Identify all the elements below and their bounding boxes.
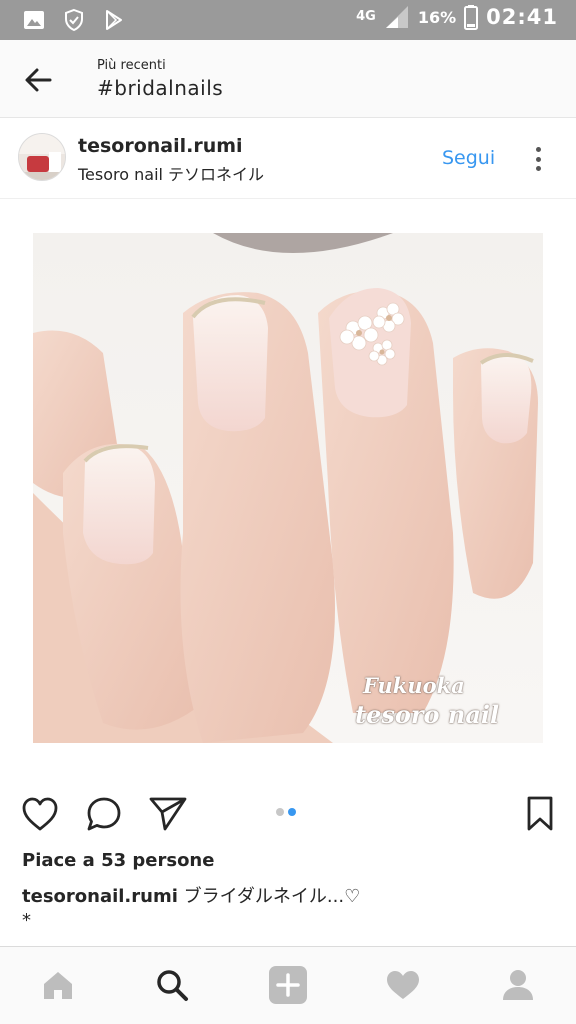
watermark-line-2: tesoro nail [355,700,500,729]
top-bar: Più recenti #bridalnails [0,40,576,118]
heart-icon [387,971,419,999]
status-bar: 4G 16% 02:41 [0,0,576,40]
gallery-icon [24,11,44,29]
carousel-indicator [276,808,296,816]
home-icon [44,972,72,999]
more-dot [535,166,541,171]
photo-image [33,233,543,743]
comment-button[interactable] [84,794,124,834]
more-options-button[interactable] [526,143,550,175]
like-count[interactable]: Piace a 53 persone [22,850,214,871]
add-icon [269,966,307,1004]
post-username[interactable]: tesoronail.rumi [78,135,243,157]
carousel-dot [276,808,284,816]
shield-icon [65,8,83,32]
caption-line-2: * [22,910,31,931]
search-icon [157,970,188,1001]
nail-photo: Fukuoka tesoro nail [33,233,543,743]
clock: 02:41 [486,5,558,29]
bottom-navigation [0,946,576,1024]
nav-profile[interactable] [496,963,540,1007]
more-dot [535,147,541,152]
caption: tesoronail.rumi ブライダルネイル...♡ [22,882,360,908]
post-location[interactable]: Tesoro nail テソロネイル [78,161,264,185]
nav-search[interactable] [150,963,194,1007]
share-button[interactable] [148,794,188,834]
profile-icon [503,970,533,1000]
header-subtitle: Più recenti [97,58,166,73]
heart-icon [22,797,58,831]
back-button[interactable] [18,60,58,100]
signal-icon [385,6,408,28]
watermark-line-1: Fukuoka [363,673,465,698]
avatar[interactable] [18,133,66,181]
bookmark-icon [527,796,553,831]
caption-text: ブライダルネイル...♡ [183,886,361,907]
caption-username[interactable]: tesoronail.rumi [22,886,178,907]
battery-icon [464,5,479,30]
arrow-left-icon [25,68,52,92]
battery-percent: 16% [417,7,457,27]
post-header: tesoronail.rumi Tesoro nail テソロネイル Segui [0,119,576,199]
carousel-dot-active [288,808,296,816]
comment-icon [87,797,121,831]
nav-home[interactable] [36,963,80,1007]
nav-activity[interactable] [381,963,425,1007]
send-icon [149,797,187,831]
action-bar [0,786,576,842]
play-store-icon [106,10,122,30]
network-type: 4G [356,9,376,24]
nav-add[interactable] [266,963,310,1007]
more-dot [535,156,541,162]
page-title: #bridalnails [97,76,224,100]
follow-button[interactable]: Segui [442,147,495,169]
avatar-image [19,134,65,180]
save-button[interactable] [520,794,560,834]
post-media[interactable]: Fukuoka tesoro nail [0,200,576,776]
like-button[interactable] [20,794,60,834]
